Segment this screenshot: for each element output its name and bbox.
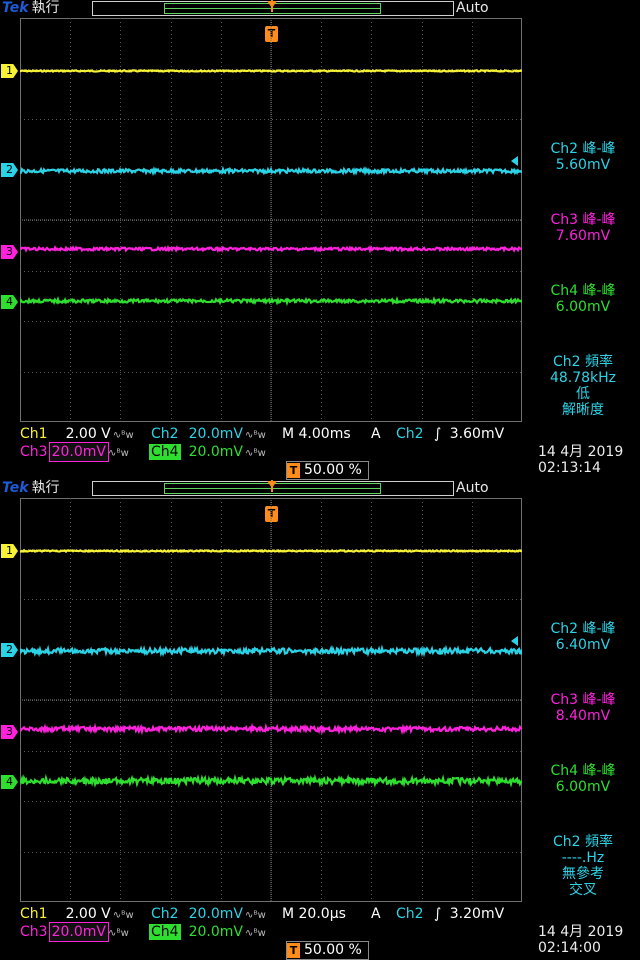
- measurement-ch4-pk2pk: Ch4 峰-峰 6.00mV: [528, 763, 638, 795]
- scope-screen: Tek 執行 Auto T 1 2 3 4 Ch2 峰-峰 5.60mV Ch3 峰…: [0, 0, 640, 480]
- trigger-position-icon: [267, 0, 277, 12]
- ch1-marker[interactable]: 1: [1, 544, 18, 558]
- measurement-label: Ch3 峰-峰: [550, 692, 616, 708]
- measurement-ch2-pk2pk: Ch2 峰-峰 5.60mV: [528, 141, 638, 173]
- measurement-value: 48.78kHz: [549, 370, 617, 386]
- ch4-trace: [20, 295, 522, 307]
- trigger-readout[interactable]: Ch2 ∫ 3.60mV: [396, 425, 504, 443]
- measurement-ch3-pk2pk: Ch3 峰-峰 7.60mV: [528, 212, 638, 244]
- measurement-value: 8.40mV: [555, 708, 611, 724]
- acquisition-mode: A: [371, 906, 381, 922]
- graticule: [20, 18, 522, 422]
- status-bar: Tek 執行 Auto: [0, 0, 640, 17]
- bandwidth-limit-icon: ∿ᴮw: [112, 910, 134, 921]
- trigger-position-readout[interactable]: T 50.00 %: [286, 461, 369, 480]
- brand: Tek 執行: [2, 480, 60, 497]
- measurement-label: Ch2 峰-峰: [550, 621, 616, 637]
- ch4-marker[interactable]: 4: [1, 295, 18, 309]
- ch1-marker[interactable]: 1: [1, 64, 18, 78]
- measurement-note: 解晰度: [562, 402, 604, 418]
- acquisition-mode: A: [371, 426, 381, 442]
- measurement-label: Ch3 峰-峰: [550, 212, 616, 228]
- tek-logo: Tek: [2, 480, 29, 496]
- trigger-level: 3.60mV: [449, 426, 505, 442]
- run-state: 執行: [31, 0, 60, 16]
- graticule: [20, 498, 522, 902]
- time: 02:14:00: [538, 940, 601, 956]
- time: 02:13:14: [538, 460, 601, 476]
- measurement-label: Ch2 頻率: [552, 354, 613, 370]
- ch1-scale[interactable]: Ch1 2.00 V ∿ᴮw: [18, 425, 134, 443]
- ch3-marker[interactable]: 3: [1, 245, 18, 259]
- scope-screen: Tek 執行 Auto T 1 2 3 4 Ch2 峰-峰 6.40mV Ch3 峰…: [0, 480, 640, 960]
- date: 14 4月 2019: [538, 924, 624, 940]
- settings-readout: Ch1 2.00 V ∿ᴮw Ch2 20.0mV ∿ᴮw M 4.00ms A Ch2…: [18, 425, 528, 480]
- ch2-scale[interactable]: Ch2 20.0mV ∿ᴮw: [149, 425, 266, 443]
- ch4-marker[interactable]: 4: [1, 775, 18, 789]
- measurement-ch3-pk2pk: Ch3 峰-峰 8.40mV: [528, 692, 638, 724]
- date: 14 4月 2019: [538, 444, 624, 460]
- bandwidth-limit-icon: ∿ᴮw: [244, 448, 266, 459]
- measurement-label: Ch4 峰-峰: [550, 763, 616, 779]
- measurement-ch2-frequency: Ch2 頻率 ----.Hz 無參考 交叉: [528, 834, 638, 898]
- measurement-ch4-pk2pk: Ch4 峰-峰 6.00mV: [528, 283, 638, 315]
- ch4-scale[interactable]: Ch4 20.0mV ∿ᴮw: [149, 923, 266, 941]
- rising-edge-icon: ∫: [434, 906, 442, 922]
- status-bar: Tek 執行 Auto: [0, 480, 640, 497]
- bandwidth-limit-icon: ∿ᴮw: [107, 928, 129, 939]
- run-state: 執行: [31, 480, 60, 496]
- timebase[interactable]: M 20.0µs: [282, 905, 346, 923]
- trigger-state: Auto: [456, 480, 489, 496]
- ch2-marker[interactable]: 2: [1, 163, 18, 177]
- measurement-value: ----.Hz: [561, 850, 605, 866]
- ch4-scale[interactable]: Ch4 20.0mV ∿ᴮw: [149, 443, 266, 461]
- settings-readout: Ch1 2.00 V ∿ᴮw Ch2 20.0mV ∿ᴮw M 20.0µs A Ch2…: [18, 905, 528, 960]
- ch2-trigger-level-arrow: [511, 636, 518, 646]
- trigger-icon: T: [287, 943, 300, 958]
- tek-logo: Tek: [2, 0, 29, 16]
- ch1-trace: [20, 68, 522, 74]
- measurement-value: 6.00mV: [555, 779, 611, 795]
- ch3-trace: [20, 244, 522, 254]
- trigger-level: 3.20mV: [449, 906, 505, 922]
- measurement-label: Ch2 頻率: [552, 834, 613, 850]
- ch1-scale[interactable]: Ch1 2.00 V ∿ᴮw: [18, 905, 134, 923]
- trigger-icon: T: [287, 463, 300, 478]
- measurement-value: 7.60mV: [555, 228, 611, 244]
- ch2-trigger-level-arrow: [511, 156, 518, 166]
- timebase[interactable]: M 4.00ms: [282, 425, 351, 443]
- measurement-value: 5.60mV: [555, 157, 611, 173]
- measurement-note: 交叉: [569, 882, 597, 898]
- trigger-position-icon: [267, 480, 277, 492]
- bandwidth-limit-icon: ∿ᴮw: [107, 448, 129, 459]
- trigger-state: Auto: [456, 0, 489, 16]
- measurement-note: 無參考: [562, 866, 604, 882]
- bandwidth-limit-icon: ∿ᴮw: [244, 430, 266, 441]
- ch2-trace: [20, 165, 522, 177]
- rising-edge-icon: ∫: [434, 426, 442, 442]
- ch2-scale[interactable]: Ch2 20.0mV ∿ᴮw: [149, 905, 266, 923]
- measurement-note: 低: [576, 386, 590, 402]
- ch1-trace: [20, 548, 522, 554]
- trigger-readout[interactable]: Ch2 ∫ 3.20mV: [396, 905, 504, 923]
- brand: Tek 執行: [2, 0, 60, 17]
- ch3-marker[interactable]: 3: [1, 725, 18, 739]
- bandwidth-limit-icon: ∿ᴮw: [244, 910, 266, 921]
- measurement-value: 6.40mV: [555, 637, 611, 653]
- ch3-scale[interactable]: Ch3 20.0mV ∿ᴮw: [18, 442, 129, 462]
- measurement-label: Ch2 峰-峰: [550, 141, 616, 157]
- ch4-trace: [20, 773, 522, 789]
- measurement-ch2-pk2pk: Ch2 峰-峰 6.40mV: [528, 621, 638, 653]
- bandwidth-limit-icon: ∿ᴮw: [244, 928, 266, 939]
- trigger-position-readout[interactable]: T 50.00 %: [286, 941, 369, 960]
- measurement-ch2-frequency: Ch2 頻率 48.78kHz 低解晰度: [528, 354, 638, 418]
- measurement-label: Ch4 峰-峰: [550, 283, 616, 299]
- ch2-marker[interactable]: 2: [1, 643, 18, 657]
- measurement-value: 6.00mV: [555, 299, 611, 315]
- bandwidth-limit-icon: ∿ᴮw: [112, 430, 134, 441]
- ch3-scale[interactable]: Ch3 20.0mV ∿ᴮw: [18, 922, 129, 942]
